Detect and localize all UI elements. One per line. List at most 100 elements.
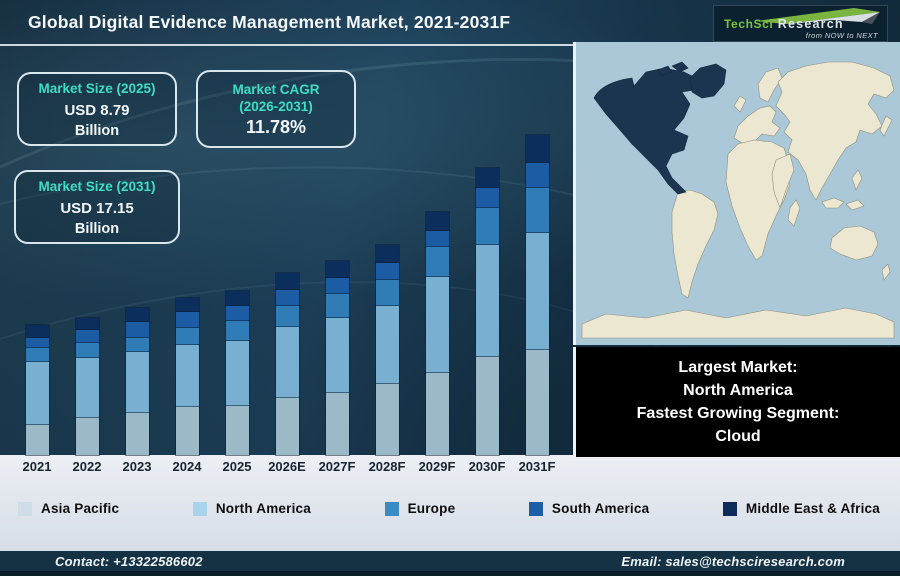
bar-segment-north-america-2025 <box>224 339 250 408</box>
bar-segment-south-america-2028f <box>374 262 400 281</box>
bar-segment-south-america-2026e <box>274 289 300 308</box>
x-axis-label-2031f: 2031F <box>518 459 556 474</box>
legend-item-middle-east-africa: Middle East & Africa <box>722 501 880 516</box>
bar-segment-north-america-2022 <box>74 356 100 420</box>
legend-swatch-south-america <box>528 501 543 516</box>
bar-2026e <box>274 272 300 456</box>
bar-segment-europe-2023 <box>124 337 150 354</box>
bar-segment-south-america-2031f <box>524 162 550 190</box>
legend-label-europe: Europe <box>407 501 456 516</box>
bar-segment-asia-pacific-2028f <box>374 382 400 456</box>
bar-segment-europe-2029f <box>424 245 450 279</box>
bar-2027f <box>324 259 350 456</box>
bar-2021 <box>24 323 50 456</box>
bar-segment-north-america-2029f <box>424 275 450 375</box>
bar-segment-asia-pacific-2024 <box>174 406 200 456</box>
callout-line-cloud: Cloud <box>715 428 761 445</box>
bar-segment-south-america-2025 <box>224 305 250 323</box>
bar-segment-south-america-2029f <box>424 229 450 248</box>
bar-segment-north-america-2030f <box>474 244 500 359</box>
bar-segment-asia-pacific-2025 <box>224 405 250 456</box>
x-axis-label-2021: 2021 <box>22 459 52 474</box>
bar-segment-north-america-2027f <box>324 317 350 395</box>
techsci-research-logo: TechSci Research from NOW to NEXT <box>713 5 888 42</box>
bar-segment-north-america-2024 <box>174 344 200 409</box>
footer-contact: Contact: +13322586602 <box>55 553 203 569</box>
x-axis-label-2028f: 2028F <box>368 459 406 474</box>
bar-segment-north-america-2023 <box>124 351 150 415</box>
bar-segment-middle-east-africa-2031f <box>524 134 550 165</box>
legend-label-asia-pacific: Asia Pacific <box>41 501 120 516</box>
bar-segment-middle-east-africa-2029f <box>424 210 450 232</box>
bar-segment-asia-pacific-2031f <box>524 348 550 457</box>
bar-segment-asia-pacific-2021 <box>24 423 50 456</box>
bar-segment-asia-pacific-2029f <box>424 372 450 456</box>
bar-segment-north-america-2021 <box>24 360 50 426</box>
x-axis-label-2024: 2024 <box>172 459 202 474</box>
bar-segment-europe-2030f <box>474 207 500 247</box>
bar-segment-asia-pacific-2030f <box>474 356 500 456</box>
legend-label-north-america: North America <box>215 501 311 516</box>
bar-segment-south-america-2023 <box>124 320 150 340</box>
bar-segment-europe-2022 <box>74 342 100 359</box>
x-axis-label-2027f: 2027F <box>318 459 356 474</box>
bar-segment-middle-east-africa-2026e <box>274 272 300 292</box>
bar-segment-south-america-2027f <box>324 276 350 295</box>
bar-segment-europe-2027f <box>324 292 350 320</box>
stacked-bar-chart <box>0 0 573 576</box>
x-axis-label-2029f: 2029F <box>418 459 456 474</box>
bar-segment-north-america-2028f <box>374 304 400 385</box>
bar-segment-europe-2031f <box>524 187 550 234</box>
bar-2028f <box>374 244 400 456</box>
world-map-panel <box>573 42 900 345</box>
logo-brand-secondary: Research <box>777 17 844 31</box>
bar-segment-middle-east-africa-2027f <box>324 259 350 279</box>
bar-2024 <box>174 297 200 456</box>
footer-email: Email: sales@techsciresearch.com <box>621 553 845 569</box>
x-axis-label-2022: 2022 <box>72 459 102 474</box>
bar-2025 <box>224 289 250 456</box>
bar-2022 <box>74 317 100 456</box>
callout-box: Largest Market: North America Fastest Gr… <box>573 347 900 457</box>
bar-segment-south-america-2030f <box>474 187 500 210</box>
x-axis-label-2030f: 2030F <box>468 459 506 474</box>
bar-segment-south-america-2022 <box>74 328 100 345</box>
x-axis-label-2025: 2025 <box>222 459 252 474</box>
legend-swatch-north-america <box>192 501 207 516</box>
bar-segment-middle-east-africa-2022 <box>74 317 100 331</box>
legend-label-south-america: South America <box>551 501 650 516</box>
chart-legend: Asia Pacific North America Europe South Ame… <box>18 501 880 516</box>
callout-line-fastest-segment: Fastest Growing Segment: <box>636 405 840 422</box>
bar-segment-north-america-2026e <box>274 326 300 400</box>
bar-segment-europe-2028f <box>374 279 400 307</box>
bar-segment-middle-east-africa-2024 <box>174 297 200 314</box>
bar-segment-south-america-2021 <box>24 336 50 349</box>
bar-2031f <box>524 134 550 457</box>
legend-swatch-europe <box>384 501 399 516</box>
legend-swatch-asia-pacific <box>18 501 32 516</box>
legend-label-middle-east-africa: Middle East & Africa <box>745 501 880 516</box>
bar-segment-middle-east-africa-2028f <box>374 244 400 265</box>
logo-brand-primary: TechSci <box>724 17 774 31</box>
bar-segment-asia-pacific-2027f <box>324 392 350 456</box>
infographic-root: Global Digital Evidence Management Marke… <box>0 0 900 576</box>
bar-segment-north-america-2031f <box>524 231 550 351</box>
bar-segment-middle-east-africa-2023 <box>124 307 150 323</box>
bar-2023 <box>124 307 150 456</box>
x-axis-label-2026e: 2026E <box>268 459 306 474</box>
legend-item-north-america: North America <box>192 501 311 516</box>
bar-segment-asia-pacific-2026e <box>274 397 300 456</box>
legend-item-south-america: South America <box>528 501 650 516</box>
bar-segment-asia-pacific-2023 <box>124 412 150 456</box>
footer-bar: Contact: +13322586602 Email: sales@techs… <box>0 551 900 576</box>
bar-2030f <box>474 167 500 456</box>
x-axis-label-2023: 2023 <box>122 459 152 474</box>
legend-item-europe: Europe <box>384 501 456 516</box>
world-map <box>576 42 900 343</box>
bar-segment-europe-2021 <box>24 346 50 363</box>
callout-line-north-america: North America <box>683 382 793 399</box>
bar-segment-middle-east-africa-2025 <box>224 289 250 308</box>
bar-segment-middle-east-africa-2030f <box>474 167 500 190</box>
bar-segment-europe-2024 <box>174 327 200 347</box>
bar-segment-europe-2025 <box>224 320 250 342</box>
